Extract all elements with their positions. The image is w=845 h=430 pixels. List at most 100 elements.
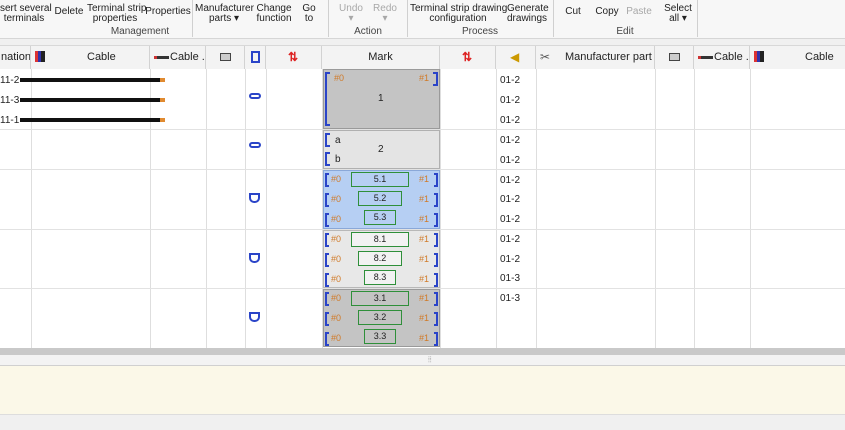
go-to-button[interactable]: Go to [300, 4, 318, 24]
page-cell[interactable]: 01-2 [500, 155, 520, 166]
manufacturer-parts-button[interactable]: Manufacturer parts ▾ [195, 4, 254, 24]
select-all-button[interactable]: Select all ▾ [663, 4, 693, 24]
bracket-left [325, 233, 329, 247]
bracket-left [325, 193, 329, 207]
column-header-connection-2[interactable] [655, 46, 694, 69]
bracket-left [325, 312, 329, 326]
designation-cell[interactable]: 11-2 [0, 75, 19, 86]
ribbon-separator [553, 0, 554, 37]
jumper-icon[interactable] [249, 93, 261, 99]
terminal-level-icon[interactable] [249, 193, 260, 203]
delete-button[interactable]: Delete [54, 7, 84, 17]
bracket-left [325, 72, 330, 126]
column-header-cable-2[interactable]: Cable ... [150, 46, 206, 69]
page-cell[interactable]: 01-2 [500, 95, 520, 106]
pin-0-label: #0 [331, 293, 342, 303]
page-cell[interactable]: 01-2 [500, 135, 520, 146]
cable-line [20, 78, 160, 82]
mark-box[interactable]: 3.2 [358, 310, 402, 325]
terminal-label: 1 [378, 93, 384, 104]
bracket-right [434, 292, 438, 306]
column-header-page[interactable]: ◀ [496, 46, 536, 69]
copy-button[interactable]: Copy [594, 7, 620, 17]
mark-box[interactable]: 5.3 [364, 210, 396, 225]
level-b-label: b [335, 154, 341, 165]
column-header-manufacturer-part[interactable]: ✂ Manufacturer part [536, 46, 655, 69]
column-header-connection[interactable] [206, 46, 245, 69]
pin-1-label: #1 [419, 313, 430, 323]
bracket-right [434, 173, 438, 187]
pin-0-label: #0 [331, 274, 342, 284]
bracket-right [434, 213, 438, 227]
bracket-right [434, 312, 438, 326]
splitter[interactable]: ⦙⦙ [0, 355, 845, 366]
level-a-label: a [335, 135, 341, 146]
terminal-level-icon[interactable] [249, 253, 260, 263]
pin-1-label: #1 [418, 73, 429, 83]
column-header-mark[interactable]: Mark [322, 46, 440, 69]
cable-wire-icon [698, 56, 713, 59]
horizontal-scrollbar[interactable] [0, 348, 845, 355]
bracket-right [434, 273, 438, 287]
designation-cell[interactable]: 11-3 [0, 95, 19, 106]
jumper-icon[interactable] [249, 142, 261, 148]
bracket-left [325, 133, 330, 147]
mark-box[interactable]: 5.1 [351, 172, 409, 187]
mark-box[interactable]: 8.1 [351, 232, 409, 247]
designation-cell[interactable]: 11-1 [0, 115, 19, 126]
terminal-level-icon[interactable] [249, 312, 260, 322]
mark-box[interactable]: 3.3 [364, 329, 396, 344]
insert-terminals-button[interactable]: sert several terminals [0, 4, 52, 24]
bracket-right [434, 253, 438, 267]
page-cell[interactable]: 01-2 [500, 175, 520, 186]
column-header-sort[interactable]: ⇅ [266, 46, 322, 69]
bracket-left [325, 152, 330, 166]
column-header-cable[interactable]: Cable [31, 46, 150, 69]
pin-0-label: #0 [334, 73, 345, 83]
pin-1-label: #1 [419, 194, 430, 204]
cable-icon [35, 51, 45, 62]
change-function-button[interactable]: Change function [255, 4, 293, 24]
terminal-group-2[interactable]: a b 2 [323, 130, 440, 169]
cable-end [160, 98, 165, 102]
group-management-label: Management [110, 26, 170, 37]
page-cell[interactable]: 01-2 [500, 194, 520, 205]
terminal-grid[interactable]: 11-2 11-3 11-1 #0 #1 1 a b 2 5.1 5.2 5.3… [0, 69, 845, 348]
column-header-cable-3[interactable]: Cable ... [694, 46, 750, 69]
page-cell[interactable]: 01-2 [500, 75, 520, 86]
pin-1-label: #1 [419, 214, 430, 224]
bracket-left [325, 273, 329, 287]
ribbon-separator [407, 0, 408, 37]
message-panel [0, 366, 845, 415]
cable-wire-icon [154, 56, 169, 59]
cable-line [20, 98, 160, 102]
column-header-terminal-type[interactable] [245, 46, 266, 69]
page-cell[interactable]: 01-2 [500, 254, 520, 265]
bracket-right [434, 233, 438, 247]
page-cell[interactable]: 01-2 [500, 234, 520, 245]
page-cell[interactable]: 01-3 [500, 293, 520, 304]
column-header-sort-2[interactable]: ⇅ [440, 46, 496, 69]
terminal-strip-drawing-config-button[interactable]: Terminal strip drawing configuration [410, 4, 507, 24]
mark-box[interactable]: 3.1 [351, 291, 409, 306]
page-cell[interactable]: 01-2 [500, 214, 520, 225]
mark-box[interactable]: 8.3 [364, 270, 396, 285]
page-cell[interactable]: 01-3 [500, 273, 520, 284]
mark-box[interactable]: 8.2 [358, 251, 402, 266]
properties-button[interactable]: Properties [145, 7, 191, 17]
page-cell[interactable]: 01-2 [500, 115, 520, 126]
terminal-group-1[interactable]: #0 #1 1 [323, 69, 440, 129]
mark-box[interactable]: 5.2 [358, 191, 402, 206]
terminal-strip-properties-button[interactable]: Terminal strip properties [87, 4, 146, 24]
pin-0-label: #0 [331, 333, 342, 343]
splitter-grip-icon[interactable]: ⦙⦙ [428, 355, 432, 365]
cut-button[interactable]: Cut [562, 7, 584, 17]
cable-line [20, 118, 160, 122]
redo-button[interactable]: Redo ▾ [371, 4, 399, 24]
generate-drawings-button[interactable]: Generate drawings [507, 4, 549, 24]
column-header-cable-4[interactable]: Cable [750, 46, 845, 69]
column-header-designation[interactable]: nation [0, 46, 31, 69]
undo-button[interactable]: Undo ▾ [337, 4, 365, 24]
paste-button[interactable]: Paste [626, 7, 652, 17]
bracket-right [433, 72, 438, 86]
